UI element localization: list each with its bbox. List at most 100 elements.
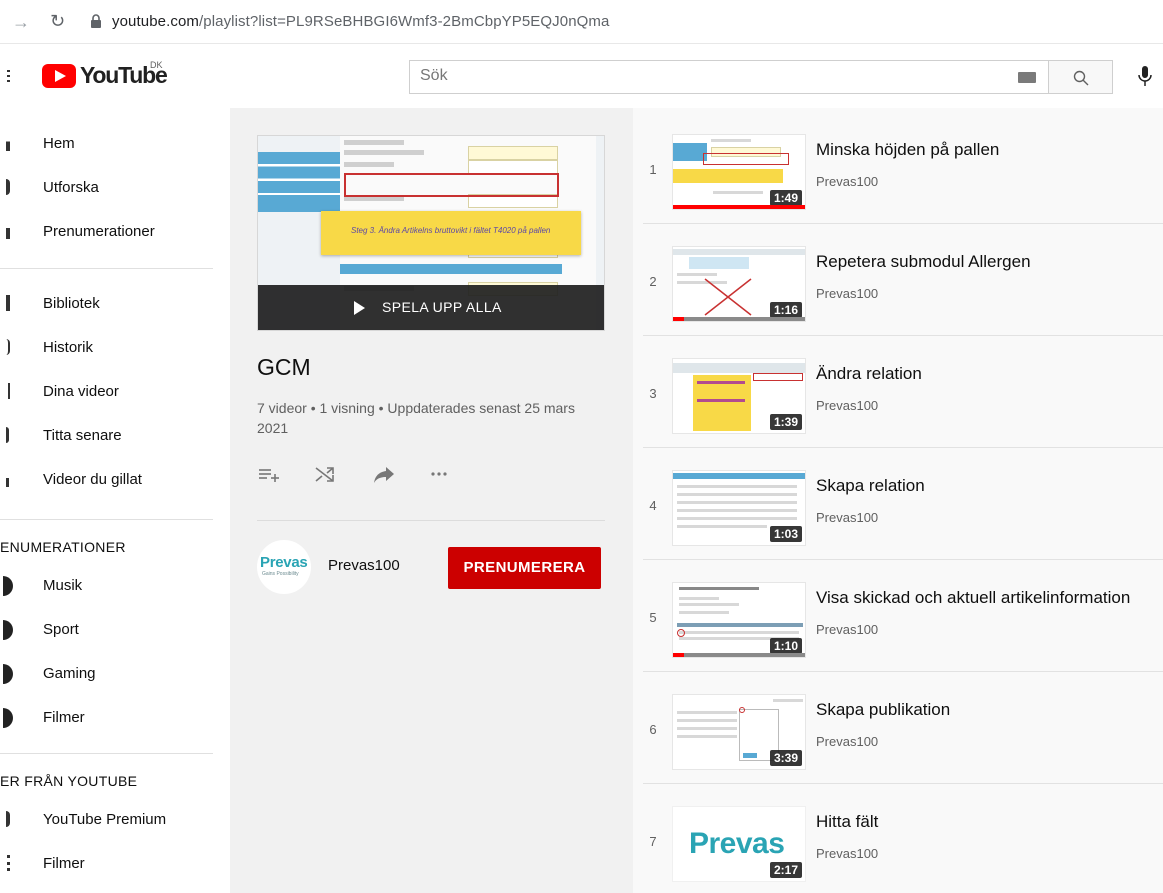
address-bar[interactable]: youtube.com/playlist?list=PL9RSeBHBGI6Wm… xyxy=(112,13,609,30)
compass-icon xyxy=(6,179,10,195)
video-channel[interactable]: Prevas100 xyxy=(816,846,878,861)
country-code: DK xyxy=(150,60,163,70)
video-thumbnail[interactable]: Prevas 2:17 xyxy=(672,806,806,882)
sidebar-item-movies[interactable]: Filmer xyxy=(0,698,230,738)
sidebar-item-history[interactable]: Historik xyxy=(0,328,230,368)
playlist-thumbnail[interactable]: Steg 3. Ändra Artikelns bruttovikt i fäl… xyxy=(257,135,605,331)
video-index: 2 xyxy=(649,274,657,289)
subscribe-label: PRENUMERERA xyxy=(463,559,586,576)
url-host: youtube.com xyxy=(112,13,199,30)
main-content: Steg 3. Ändra Artikelns bruttovikt i fäl… xyxy=(230,108,1163,893)
keyboard-icon[interactable] xyxy=(1018,72,1036,83)
prevas-logo-text: Prevas xyxy=(689,827,785,860)
channel-name[interactable]: Prevas100 xyxy=(328,557,400,574)
playlist-video-item[interactable]: 4 1:03 Skapa relation Prevas100 xyxy=(633,448,1163,560)
video-channel[interactable]: Prevas100 xyxy=(816,510,878,525)
sidebar-item-films[interactable]: Filmer xyxy=(0,844,230,884)
video-duration: 1:39 xyxy=(769,414,802,430)
sidebar-item-music[interactable]: Musik xyxy=(0,566,230,606)
sidebar-item-label: YouTube Premium xyxy=(43,811,167,828)
forward-icon[interactable]: → xyxy=(12,12,30,33)
video-thumbnail[interactable]: 1:10 xyxy=(672,582,806,658)
video-title[interactable]: Skapa publikation xyxy=(816,700,950,720)
sidebar-item-gaming[interactable]: Gaming xyxy=(0,654,230,694)
share-icon[interactable] xyxy=(371,462,397,486)
play-icon xyxy=(354,301,365,315)
sidebar-item-library[interactable]: Bibliotek xyxy=(0,284,230,324)
library-icon xyxy=(6,295,10,311)
watch-progress-fill xyxy=(673,205,805,209)
search-input[interactable]: Sök xyxy=(409,60,1049,94)
more-options-icon[interactable] xyxy=(427,462,453,486)
video-duration: 3:39 xyxy=(769,750,802,766)
video-thumbnail[interactable]: 1:03 xyxy=(672,470,806,546)
youtube-play-icon xyxy=(42,64,76,88)
video-thumbnail[interactable]: 1:39 xyxy=(672,358,806,434)
video-channel[interactable]: Prevas100 xyxy=(816,286,878,301)
sidebar-divider xyxy=(0,753,213,754)
sidebar-item-explore[interactable]: Utforska xyxy=(0,168,230,208)
video-index: 7 xyxy=(649,834,657,849)
reload-icon[interactable]: ↻ xyxy=(50,11,65,32)
sidebar-item-home[interactable]: Hem xyxy=(0,124,230,164)
info-divider xyxy=(257,520,605,521)
watch-progress-fill xyxy=(673,653,684,657)
video-title[interactable]: Ändra relation xyxy=(816,364,922,384)
thumbnail-note-text: Steg 3. Ändra Artikelns bruttovikt i fäl… xyxy=(351,226,551,235)
watch-progress-bar xyxy=(673,205,805,209)
menu-icon[interactable] xyxy=(4,64,14,88)
avatar-logo-subtext: Gains Possibility xyxy=(262,571,299,577)
video-thumbnail[interactable]: 3:39 xyxy=(672,694,806,770)
sidebar-item-subscriptions[interactable]: Prenumerationer xyxy=(0,212,230,252)
microphone-icon[interactable] xyxy=(1138,66,1152,88)
music-channel-icon xyxy=(3,576,13,596)
video-title[interactable]: Minska höjden på pallen xyxy=(816,140,999,160)
video-title[interactable]: Repetera submodul Allergen xyxy=(816,252,1031,272)
shuffle-icon[interactable] xyxy=(313,462,339,486)
video-channel[interactable]: Prevas100 xyxy=(816,622,878,637)
sidebar-item-label: Utforska xyxy=(43,179,99,196)
video-thumbnail[interactable]: 1:49 xyxy=(672,134,806,210)
video-channel[interactable]: Prevas100 xyxy=(816,398,878,413)
playlist-video-item[interactable]: 1 1:49 Minska höjden på pallen Prevas100 xyxy=(633,112,1163,224)
search-button[interactable] xyxy=(1049,60,1113,94)
section-title-more-from-youtube: ER FRÅN YOUTUBE xyxy=(0,773,138,789)
video-channel[interactable]: Prevas100 xyxy=(816,174,878,189)
add-to-queue-icon[interactable] xyxy=(257,462,283,486)
sidebar-item-label: Dina videor xyxy=(43,383,119,400)
play-all-button[interactable]: SPELA UPP ALLA xyxy=(258,285,604,330)
playlist-video-item[interactable]: 7 Prevas 2:17 Hitta fält Prevas100 xyxy=(633,784,1163,893)
history-icon xyxy=(6,339,10,355)
movies-channel-icon xyxy=(3,708,13,728)
playlist-meta: 7 videor • 1 visning • Uppdaterades sena… xyxy=(257,400,575,436)
video-title[interactable]: Skapa relation xyxy=(816,476,925,496)
playlist-video-item[interactable]: 2 1:16 Repetera submodul Allergen Prevas… xyxy=(633,224,1163,336)
sidebar-item-liked-videos[interactable]: Videor du gillat xyxy=(0,460,230,500)
cross-mark-graphic xyxy=(704,278,752,316)
playlist-video-list: 1 1:49 Minska höjden på pallen Prevas100 xyxy=(633,108,1163,893)
video-title[interactable]: Visa skickad och aktuell artikelinformat… xyxy=(816,588,1130,608)
video-channel[interactable]: Prevas100 xyxy=(816,734,878,749)
playlist-actions xyxy=(257,462,477,486)
sidebar-item-watch-later[interactable]: Titta senare xyxy=(0,416,230,456)
video-title[interactable]: Hitta fält xyxy=(816,812,878,832)
channel-avatar[interactable]: Prevas Gains Possibility xyxy=(257,540,311,594)
sidebar-item-label: Filmer xyxy=(43,709,85,726)
video-index: 5 xyxy=(649,610,657,625)
playlist-video-item[interactable]: 6 3:39 Skapa publikation Prevas100 xyxy=(633,672,1163,784)
browser-toolbar: → ↻ youtube.com/playlist?list=PL9RSeBHBG… xyxy=(0,0,1163,44)
sidebar-item-label: Titta senare xyxy=(43,427,122,444)
subscribe-button[interactable]: PRENUMERERA xyxy=(448,547,601,589)
video-duration: 1:16 xyxy=(769,302,802,318)
gaming-channel-icon xyxy=(3,664,13,684)
watch-progress-bar xyxy=(673,317,805,321)
premium-icon xyxy=(6,811,10,827)
subscriptions-icon xyxy=(6,223,10,239)
sidebar-item-sport[interactable]: Sport xyxy=(0,610,230,650)
playlist-video-item[interactable]: 5 1:10 Visa skickad och aktuell artikeli… xyxy=(633,560,1163,672)
video-thumbnail[interactable]: 1:16 xyxy=(672,246,806,322)
playlist-video-item[interactable]: 3 1:39 Ändra relation Prevas100 xyxy=(633,336,1163,448)
sidebar-item-youtube-premium[interactable]: YouTube Premium xyxy=(0,800,230,840)
your-videos-icon xyxy=(6,383,10,399)
sidebar-item-your-videos[interactable]: Dina videor xyxy=(0,372,230,412)
